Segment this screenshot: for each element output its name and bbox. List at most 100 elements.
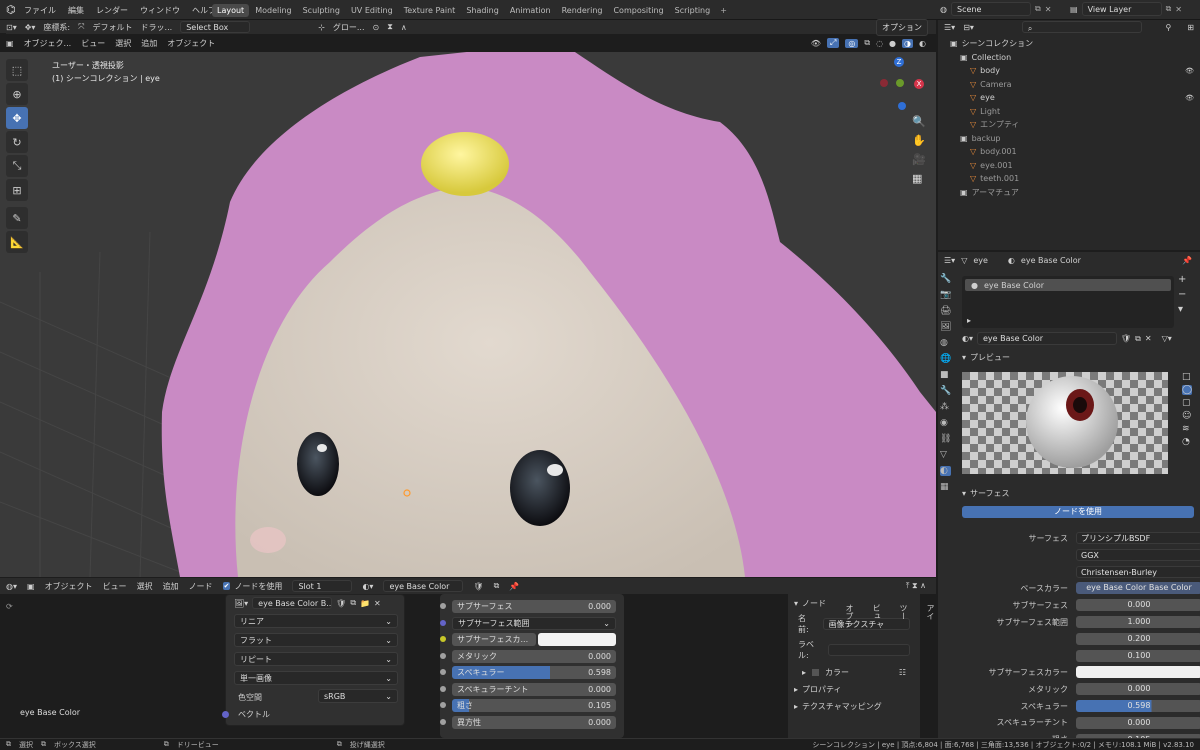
- bsdf-input-row[interactable]: 異方性 0.000: [452, 715, 616, 729]
- props-editor-icon[interactable]: ☰▾: [944, 256, 955, 265]
- object-tab-icon[interactable]: ■: [940, 370, 951, 380]
- scene-tab-icon[interactable]: ◍: [940, 338, 951, 348]
- visibility-eye-icon[interactable]: 👁: [1185, 67, 1194, 75]
- data-tab-icon[interactable]: ▽: [940, 450, 951, 460]
- tree-item[interactable]: ▽ eye.001: [950, 159, 1200, 173]
- sidebar-tab-item[interactable]: アイ: [925, 604, 936, 628]
- colorspace-dropdown[interactable]: sRGB ⌄: [318, 689, 398, 703]
- tree-item[interactable]: ▣ アーマチュア: [950, 186, 1200, 200]
- sidebar-tab-tool[interactable]: ツー: [898, 604, 909, 628]
- tab-compositing[interactable]: Compositing: [608, 4, 668, 17]
- outliner-editor-icon[interactable]: ☰▾: [944, 23, 955, 32]
- input-socket[interactable]: [440, 636, 446, 642]
- 3d-viewport[interactable]: ユーザー・透視投影 (1) シーンコレクション | eye ⬚ ⊕ ✥ ↻ ⤡ …: [0, 52, 936, 577]
- slot-menu-icon[interactable]: ▾: [1178, 304, 1186, 315]
- input-socket[interactable]: [440, 702, 446, 708]
- copy-scene-icon[interactable]: ⧉: [1035, 4, 1041, 14]
- particles-tab-icon[interactable]: ⁂: [940, 402, 951, 412]
- property-value[interactable]: 0.000: [1076, 683, 1200, 696]
- bsdf-input-row[interactable]: スペキュラーチント 0.000: [452, 682, 616, 696]
- property-value[interactable]: GGX: [1076, 548, 1200, 561]
- editor-type-icon[interactable]: ⊡▾: [6, 23, 17, 32]
- node-label-field[interactable]: [828, 644, 910, 656]
- filter-display-icon[interactable]: ⊟▾: [963, 23, 974, 32]
- node-color-row[interactable]: ▸ カラー ☷: [802, 667, 906, 678]
- node-menu-add[interactable]: 追加: [163, 581, 179, 592]
- menu-object[interactable]: オブジェクト: [167, 38, 215, 49]
- pin-icon[interactable]: 📌: [1182, 256, 1192, 265]
- color-checkbox[interactable]: [812, 669, 820, 676]
- tree-item[interactable]: ▣ backup: [950, 132, 1200, 146]
- preview-hair-icon[interactable]: ≋: [1182, 424, 1192, 434]
- input-socket[interactable]: [440, 619, 446, 626]
- bsdf-input-row[interactable]: サブサーフェス 0.000: [452, 600, 616, 613]
- material-browse-icon[interactable]: ◐▾: [962, 334, 973, 343]
- property-value[interactable]: [1076, 666, 1200, 679]
- gizmo-x-icon[interactable]: X: [914, 79, 924, 89]
- tree-item[interactable]: ▣ Collection: [950, 51, 1200, 65]
- fake-user-icon[interactable]: 🛡: [1121, 334, 1131, 343]
- gizmo-z-icon[interactable]: Z: [894, 57, 904, 67]
- material-slot-item[interactable]: ● eye Base Color: [965, 279, 1171, 291]
- tab-scripting[interactable]: Scripting: [670, 4, 716, 17]
- image-copy-icon[interactable]: ⧉: [350, 598, 356, 608]
- rotate-tool-icon[interactable]: ↻: [6, 131, 28, 153]
- preview-panel-header[interactable]: ▾ プレビュー: [962, 352, 1010, 363]
- scale-tool-icon[interactable]: ⤡: [6, 155, 28, 177]
- gizmo-neg-x-icon[interactable]: [880, 79, 888, 87]
- bsdf-input-row[interactable]: サブサーフェスカ...: [452, 633, 536, 646]
- node-menu-view[interactable]: ビュー: [103, 581, 127, 592]
- tree-item[interactable]: ▽ body.001: [950, 145, 1200, 159]
- list-icon[interactable]: ☷: [899, 668, 906, 677]
- projection-dropdown[interactable]: フラット ⌄: [234, 633, 398, 647]
- expand-arrow-icon[interactable]: ▸: [967, 316, 971, 325]
- unlink-material-icon[interactable]: ✕: [1145, 334, 1152, 343]
- pivot-icon[interactable]: ⊙: [373, 23, 380, 32]
- blender-logo-icon[interactable]: ⌬: [6, 3, 16, 16]
- constraints-tab-icon[interactable]: ⛓: [940, 434, 951, 444]
- tool-tab-icon[interactable]: 🔧: [940, 274, 951, 284]
- delete-scene-icon[interactable]: ✕: [1045, 5, 1052, 14]
- image-unlink-icon[interactable]: ✕: [374, 599, 381, 608]
- image-fake-user-icon[interactable]: 🛡: [336, 599, 346, 608]
- property-value[interactable]: 0.000: [1076, 599, 1200, 612]
- coord-dropdown[interactable]: デフォルト: [93, 22, 133, 33]
- input-socket[interactable]: [440, 652, 446, 659]
- outliner-search-input[interactable]: ⌕: [1021, 21, 1142, 33]
- sidebar-tab-options[interactable]: オプシ: [844, 604, 855, 628]
- menu-render[interactable]: レンダー: [96, 5, 128, 16]
- visibility-eye-icon[interactable]: 👁: [1185, 94, 1194, 102]
- extension-dropdown[interactable]: リピート ⌄: [234, 652, 398, 666]
- property-value[interactable]: プリンシプルBSDF: [1076, 532, 1200, 544]
- zoom-icon[interactable]: 🔍: [912, 115, 926, 128]
- property-value[interactable]: 0.100: [1076, 649, 1200, 662]
- gizmo-y-icon[interactable]: [896, 79, 904, 87]
- ortho-grid-icon[interactable]: ▦: [912, 172, 926, 185]
- tree-item[interactable]: ▽ body 👁: [950, 64, 1200, 78]
- bsdf-input-row[interactable]: スペキュラー 0.598: [452, 666, 616, 679]
- node-editor-icon[interactable]: ◍▾: [6, 582, 17, 591]
- node-menu-select[interactable]: 選択: [137, 581, 153, 592]
- bsdf-input-row[interactable]: 粗さ 0.105: [452, 699, 616, 712]
- principled-bsdf-node[interactable]: サブサーフェス 0.000 サブサーフェス範囲 ⌄ サブサーフェスカ... メタリック 0.…: [440, 594, 624, 738]
- node-copy-icon[interactable]: ⧉: [494, 581, 500, 591]
- annotate-tool-icon[interactable]: ✎: [6, 207, 28, 229]
- property-value[interactable]: Christensen-Burley: [1076, 565, 1200, 578]
- solid-shading-icon[interactable]: ●: [889, 39, 896, 48]
- gizmo-neg-z-icon[interactable]: [898, 102, 906, 110]
- node-pin-icon[interactable]: 📌: [509, 582, 519, 591]
- menu-view[interactable]: ビュー: [81, 38, 105, 49]
- snap-icon[interactable]: ⧗: [387, 22, 393, 32]
- global-dropdown[interactable]: グロー...: [333, 22, 365, 33]
- source-dropdown[interactable]: 単一画像 ⌄: [234, 671, 398, 685]
- tab-modeling[interactable]: Modeling: [250, 4, 296, 17]
- node-menu-node[interactable]: ノード: [189, 581, 213, 592]
- preview-sphere-icon[interactable]: ◯: [1182, 385, 1193, 395]
- input-socket[interactable]: [440, 718, 446, 725]
- gizmo-toggle-icon[interactable]: ⤢: [826, 38, 840, 48]
- render-tab-icon[interactable]: 📷: [940, 290, 951, 300]
- tree-item[interactable]: ▽ Light: [950, 105, 1200, 119]
- material-name-field[interactable]: eye Base Color: [977, 332, 1117, 345]
- property-value[interactable]: 0.200: [1076, 632, 1200, 645]
- measure-tool-icon[interactable]: 📐: [6, 231, 28, 253]
